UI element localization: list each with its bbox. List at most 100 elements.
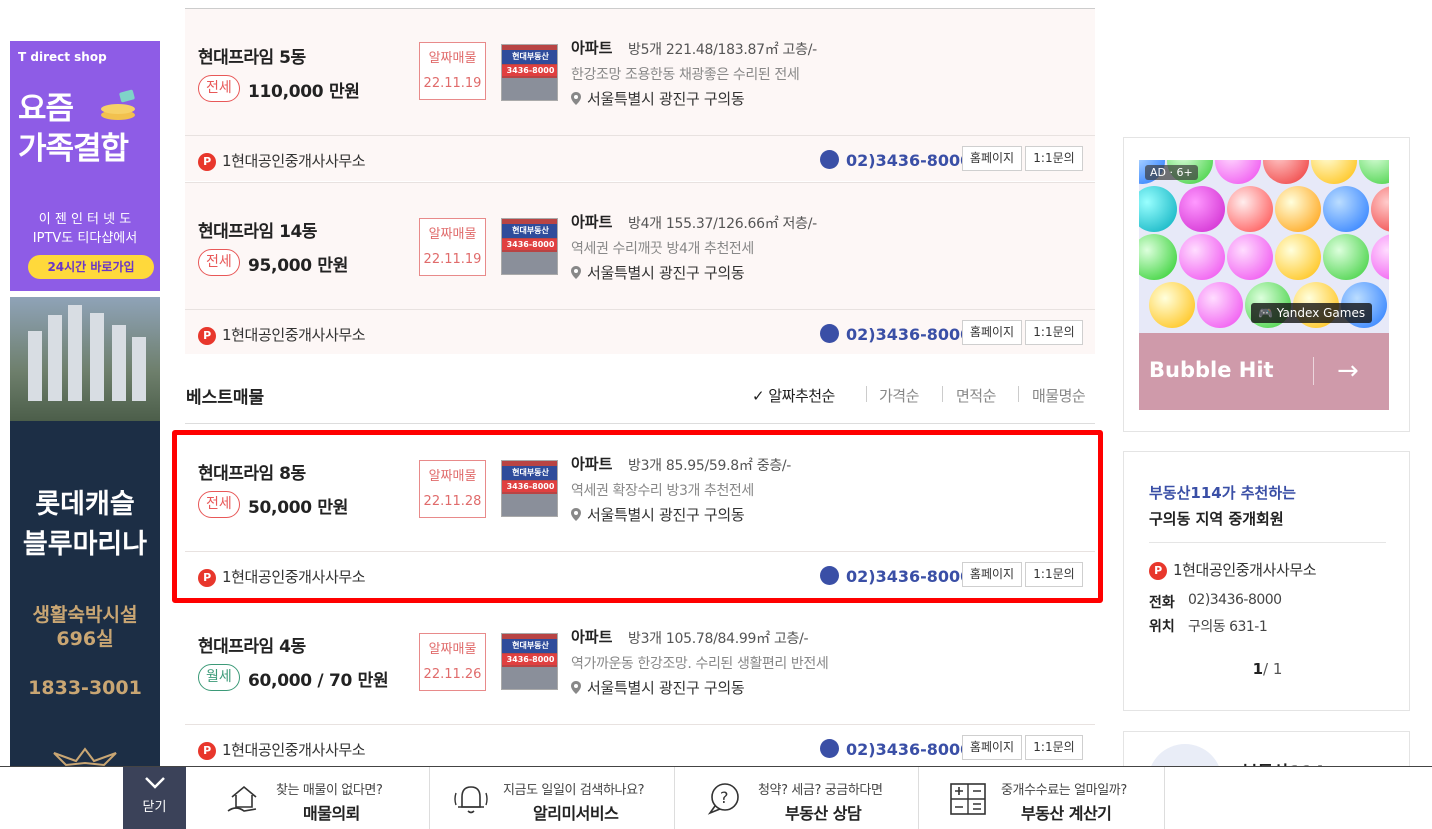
agent-phone-text: 02)3436-8000 <box>846 151 972 170</box>
thumb-storefront <box>502 667 557 689</box>
best-listings-title: 베스트매물 <box>186 388 265 408</box>
alzza-badge-label: 알짜매물 <box>428 227 477 242</box>
lotte-castle-ad-banner[interactable]: 롯데캐슬 블루마리나 생활숙박시설 696실 1833-3001 <box>10 297 160 767</box>
listing-name[interactable]: 현대프라임 4동 <box>198 632 306 657</box>
calculator-sub: 중개수수료는 얼마일까? <box>1001 783 1127 798</box>
listing-card[interactable]: 현대프라임 4동 월세 60,000 / 70 만원 알짜매물 22.11.26… <box>185 598 1095 770</box>
location-pin-icon <box>571 681 581 694</box>
page-total: / 1 <box>1263 660 1283 678</box>
recommended-agent-name[interactable]: P 1현대공인중개사사무소 <box>1149 559 1317 580</box>
property-spec: 방4개 155.37/126.66㎡ 저층/- <box>628 216 817 232</box>
listing-name[interactable]: 현대프라임 14동 <box>198 217 317 242</box>
agency-thumbnail[interactable]: 현대부동산 3436-8000 <box>501 633 558 690</box>
yandex-games-label: 🎮 Yandex Games <box>1251 303 1373 323</box>
thumb-agency-name: 현대부동산 <box>502 639 557 653</box>
thumb-agency-name: 현대부동산 <box>502 50 557 64</box>
tdirect-cta-button[interactable]: 24시간 바로가입 <box>28 255 154 279</box>
homepage-button[interactable]: 홈페이지 <box>962 735 1022 760</box>
agent-name[interactable]: P 1현대공인중개사사무소 <box>198 150 366 171</box>
listing-price: 95,000 만원 <box>248 256 349 276</box>
thumb-storefront <box>502 252 557 274</box>
listing-name[interactable]: 현대프라임 5동 <box>198 43 306 68</box>
request-listing-sub: 찾는 매물이 없다면? <box>276 783 383 798</box>
sort-recommended-label: 알짜추천순 <box>768 387 835 405</box>
card-divider <box>185 724 1095 725</box>
sort-price[interactable]: 가격순 <box>879 385 919 406</box>
calculator-label: 부동산 계산기 <box>1021 804 1112 823</box>
recommend-heading: 부동산114가 추천하는 <box>1149 484 1296 502</box>
listing-price: 60,000 / 70 만원 <box>248 671 389 691</box>
property-description: 역세권 수리깨끗 방4개 추천전세 <box>571 241 754 257</box>
close-label: 닫기 <box>142 800 167 815</box>
calculator-button[interactable]: 중개수수료는 얼마일까? 부동산 계산기 <box>919 767 1165 829</box>
sort-recommended[interactable]: ✓ 알짜추천순 <box>752 385 835 406</box>
selection-highlight-box <box>172 430 1103 603</box>
recommended-agent-text: 1현대공인중개사사무소 <box>1173 561 1317 579</box>
homepage-button[interactable]: 홈페이지 <box>962 320 1022 345</box>
tdirect-copy-1: 이 젠 인 터 넷 도 <box>38 212 132 227</box>
tdirect-ad-banner[interactable]: T direct shop 요즘 가족결합 이 젠 인 터 넷 도 IPTV도 … <box>10 41 160 291</box>
sort-area[interactable]: 면적순 <box>956 385 996 406</box>
bottom-toolbar: 닫기 찾는 매물이 없다면? 매물의뢰 지금도 일일이 검색하나요? 알리미서비… <box>0 766 1432 829</box>
listing-card[interactable]: 현대프라임 5동 전세 110,000 만원 알짜매물 22.11.19 현대부… <box>185 9 1095 181</box>
agent-phone[interactable]: 02)3436-8000 <box>820 150 971 170</box>
recommend-subheading: 구의동 지역 중개회원 <box>1149 510 1284 528</box>
sort-name[interactable]: 매물명순 <box>1032 385 1086 406</box>
lotte-title-1: 롯데캐슬 <box>35 489 135 520</box>
alzza-badge-date: 22.11.19 <box>423 252 482 267</box>
svg-text:?: ? <box>720 788 729 807</box>
inquiry-button[interactable]: 1:1문의 <box>1025 735 1083 760</box>
premium-p-icon: P <box>1149 562 1167 580</box>
bell-icon <box>454 786 488 814</box>
agent-name-text: 1현대공인중개사사무소 <box>222 152 366 170</box>
question-chat-icon: ? <box>707 783 739 815</box>
property-type: 아파트 <box>571 39 613 57</box>
consulting-sub: 청약? 세금? 궁금하다면 <box>758 783 883 798</box>
request-listing-label: 매물의뢰 <box>303 804 360 823</box>
tdirect-copy-2: IPTV도 티다샵에서 <box>32 231 138 246</box>
property-spec: 방3개 105.78/84.99㎡ 고층/- <box>628 631 809 647</box>
alert-service-label: 알리미서비스 <box>533 804 619 823</box>
best-divider <box>185 423 1095 424</box>
recommend-divider <box>1149 542 1386 543</box>
house-hand-icon <box>227 785 257 812</box>
agency-thumbnail[interactable]: 현대부동산 3436-8000 <box>501 44 558 101</box>
ad-label: AD · 6+ <box>1145 165 1198 180</box>
phone-icon <box>820 150 839 169</box>
yandex-games-text: Yandex Games <box>1276 306 1366 320</box>
inquiry-button[interactable]: 1:1문의 <box>1025 146 1083 171</box>
agent-phone[interactable]: 02)3436-8000 <box>820 324 971 344</box>
tdirect-copy: 이 젠 인 터 넷 도 IPTV도 티다샵에서 <box>10 210 160 248</box>
lotte-sub-1: 생활숙박시설 <box>32 604 138 626</box>
phone-icon <box>820 739 839 758</box>
agency-thumbnail[interactable]: 현대부동산 3436-8000 <box>501 218 558 275</box>
lotte-title: 롯데캐슬 블루마리나 <box>10 485 160 565</box>
arrow-right-icon[interactable]: → <box>1337 356 1359 386</box>
property-description: 역가까운동 한강조망. 수리된 생활편리 반전세 <box>571 656 829 672</box>
close-button[interactable]: 닫기 <box>123 767 186 829</box>
location-label: 위치 <box>1149 619 1175 635</box>
sort-separator <box>1018 386 1019 402</box>
sort-separator <box>942 386 943 402</box>
premium-p-icon: P <box>198 153 216 171</box>
yandex-games-icon: 🎮 <box>1258 306 1277 320</box>
agent-name[interactable]: P 1현대공인중개사사무소 <box>198 739 366 760</box>
listing-card[interactable]: 현대프라임 14동 전세 95,000 만원 알짜매물 22.11.19 현대부… <box>185 182 1095 354</box>
consulting-button[interactable]: ? 청약? 세금? 궁금하다면 부동산 상담 <box>675 767 919 829</box>
premium-p-icon: P <box>198 327 216 345</box>
alzza-badge: 알짜매물 22.11.26 <box>419 633 486 691</box>
yandex-game-ad[interactable]: AD · 6+ 🎮 Yandex Games Bubble Hit → <box>1139 160 1389 410</box>
request-listing-button[interactable]: 찾는 매물이 없다면? 매물의뢰 <box>186 767 430 829</box>
alert-service-button[interactable]: 지금도 일일이 검색하나요? 알리미서비스 <box>430 767 675 829</box>
deal-type-badge: 전세 <box>198 75 240 102</box>
card-divider <box>185 135 1095 136</box>
property-description: 한강조망 조용한동 채광좋은 수리된 전세 <box>571 67 800 83</box>
alzza-badge-date: 22.11.26 <box>423 667 482 682</box>
agent-phone[interactable]: 02)3436-8000 <box>820 739 971 759</box>
inquiry-button[interactable]: 1:1문의 <box>1025 320 1083 345</box>
property-location: 서울특별시 광진구 구의동 <box>571 677 745 698</box>
homepage-button[interactable]: 홈페이지 <box>962 146 1022 171</box>
listing-price: 110,000 만원 <box>248 82 360 102</box>
lotte-sub-2: 696실 <box>56 628 114 650</box>
agent-name[interactable]: P 1현대공인중개사사무소 <box>198 324 366 345</box>
